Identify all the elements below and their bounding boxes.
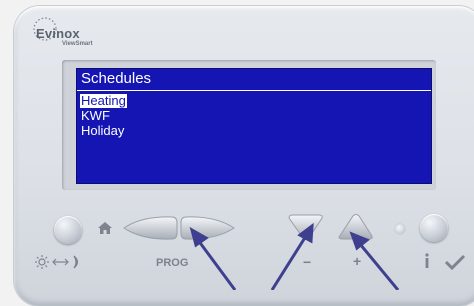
confirm-button[interactable] — [420, 214, 448, 242]
brand-name: Evinox — [36, 26, 80, 41]
brand-product: ViewSmart — [62, 41, 93, 47]
brand-logo: Evinox ViewSmart — [33, 17, 146, 52]
menu-item-kwf[interactable]: KWF — [81, 109, 110, 123]
minus-label: − — [303, 254, 312, 270]
screen-title: Schedules — [81, 70, 152, 87]
lcd-screen: Schedules Heating KWF Holiday — [76, 68, 432, 184]
prog-label: PROG — [156, 257, 189, 269]
plus-up-button[interactable] — [336, 212, 376, 242]
mode-button[interactable] — [54, 216, 82, 244]
sun-moon-icon — [35, 255, 79, 269]
status-led — [395, 224, 405, 234]
menu-item-heating[interactable]: Heating — [80, 94, 127, 108]
home-icon — [98, 222, 112, 234]
screen-divider — [77, 90, 431, 91]
plus-label: + — [353, 253, 362, 269]
checkmark-icon — [444, 254, 466, 270]
info-icon — [425, 253, 429, 268]
prog-left-button[interactable] — [122, 214, 178, 242]
prog-right-button[interactable] — [180, 214, 236, 242]
minus-down-button[interactable] — [286, 212, 326, 242]
menu-item-holiday[interactable]: Holiday — [81, 124, 124, 138]
